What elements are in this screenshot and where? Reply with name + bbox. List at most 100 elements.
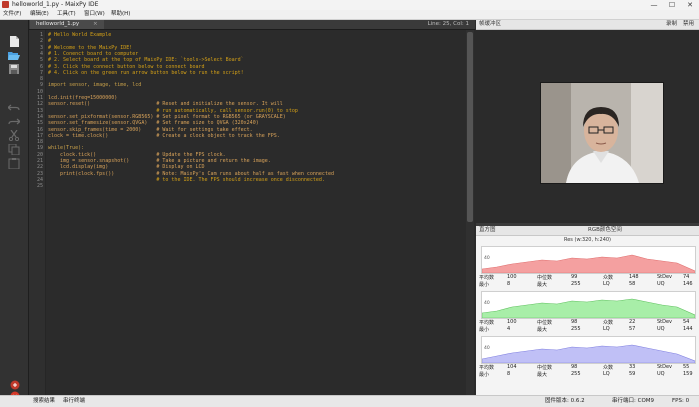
stat-value: 4 [507, 326, 511, 332]
stat-label: 最大 [537, 372, 548, 378]
stat-label: UQ [657, 371, 665, 377]
frame-buffer-view [476, 30, 699, 223]
stat-label: 最大 [537, 282, 548, 288]
stat-value: 104 [507, 364, 517, 370]
stat-label: LQ [603, 326, 610, 332]
code-line: # 4. Click on the green run arrow button… [48, 69, 244, 76]
stat-value: 144 [683, 326, 693, 332]
scrollbar-thumb[interactable] [467, 32, 473, 222]
search-results-tab[interactable]: 搜索结果 [33, 396, 55, 407]
tab-histogram[interactable]: 直方图 [479, 226, 496, 235]
tab-label: helloworld_1.py [36, 21, 80, 27]
stat-label: StDev [657, 274, 673, 280]
tab-close-icon[interactable]: × [93, 21, 98, 27]
histogram-blue: 40 [481, 336, 696, 364]
app-logo-icon [2, 1, 9, 8]
disable-button[interactable]: 禁用 [683, 20, 694, 29]
menu-window[interactable]: 窗口(W) [84, 10, 105, 19]
stat-label: 平均数 [479, 365, 495, 371]
undo-icon[interactable] [7, 98, 20, 111]
stat-label: 中位数 [537, 365, 553, 371]
save-file-icon[interactable] [8, 60, 20, 74]
stat-label: 中位数 [537, 275, 553, 281]
title-bar: helloworld_1.py - MaixPy IDE — ☐ ✕ [0, 0, 699, 10]
stat-label: 平均数 [479, 275, 495, 281]
window-title: helloworld_1.py - MaixPy IDE [12, 1, 99, 8]
stat-value: 255 [571, 281, 581, 287]
hist-axis-mid: 40 [484, 301, 490, 306]
menu-edit[interactable]: 编辑(E) [30, 10, 49, 19]
stat-value: 255 [571, 326, 581, 332]
stat-value: 8 [507, 371, 511, 377]
stat-label: LQ [603, 281, 610, 287]
stat-label: LQ [603, 371, 610, 377]
firmware-version: 固件版本: 0.6.2 [545, 398, 585, 404]
menu-help[interactable]: 帮助(H) [111, 10, 130, 19]
stat-label: 最小 [479, 372, 490, 378]
code-line: # Hello World Example [48, 32, 112, 38]
serial-terminal-tab[interactable]: 串行终端 [63, 396, 85, 407]
stat-value: 100 [507, 319, 517, 325]
stat-value: 98 [571, 364, 578, 370]
tab-helloworld[interactable]: helloworld_1.py × [30, 20, 104, 29]
frame-buffer-header: 帧缓冲区 录制 禁用 [476, 20, 699, 30]
paste-icon[interactable] [8, 154, 20, 170]
stat-value: 54 [683, 319, 690, 325]
stat-label: 最小 [479, 282, 490, 288]
frame-buffer-title: 帧缓冲区 [479, 21, 502, 27]
line-number: 25 [36, 183, 43, 190]
code-line: import sensor, image, time, lcd [48, 82, 142, 89]
stat-label: StDev [657, 364, 673, 370]
stat-label: 众数 [603, 275, 614, 281]
editor-tab-bar: helloworld_1.py × Line: 25, Col: 1 [29, 20, 475, 30]
hist-axis-mid: 40 [484, 346, 490, 351]
stat-value: 59 [629, 371, 636, 377]
stat-value: 22 [629, 319, 636, 325]
stat-value: 55 [683, 364, 690, 370]
redo-icon[interactable] [8, 112, 21, 125]
fps-readout: FPS: 0 [672, 398, 690, 404]
code-line: # to the IDE. The FPS should increase on… [48, 176, 325, 183]
stat-value: 57 [629, 326, 636, 332]
serial-port: 串行端口: COM9 [612, 398, 655, 404]
code-editor[interactable]: # Hello World Example # # Welcome to the M… [46, 30, 464, 395]
open-file-icon[interactable] [8, 46, 20, 60]
maximize-button[interactable]: ☐ [663, 0, 681, 10]
stat-value: 8 [507, 281, 511, 287]
menu-file[interactable]: 文件(F) [3, 10, 21, 19]
colorspace-select[interactable]: RGB颜色空间 [588, 226, 622, 235]
stats-blue: 平均数 104 中位数 98 众数 33 StDev 55 最小 8 最大 25… [479, 364, 697, 378]
stat-label: StDev [657, 319, 673, 325]
cut-icon[interactable] [8, 126, 20, 142]
code-line: clock = time.clock() # Create a clock ob… [48, 132, 280, 139]
editor-scrollbar[interactable] [466, 30, 474, 395]
stat-value: 100 [507, 274, 517, 280]
minimize-button[interactable]: — [645, 0, 663, 10]
right-panel: 帧缓冲区 录制 禁用 直方图 RGB颜色空间 Res (w:320, h:240… [476, 20, 699, 395]
status-bar: 搜索结果 串行终端 固件版本: 0.6.2 串行端口: COM9 FPS: 0 [0, 395, 699, 407]
stat-label: 中位数 [537, 320, 553, 326]
hist-axis-mid: 40 [484, 256, 490, 261]
resolution-label: Res (w:320, h:240) [563, 237, 612, 243]
close-button[interactable]: ✕ [681, 0, 699, 10]
stat-value: 159 [683, 371, 693, 377]
stat-value: 148 [629, 274, 639, 280]
stat-label: 最小 [479, 327, 490, 333]
record-button[interactable]: 录制 [666, 20, 677, 29]
copy-icon[interactable] [8, 140, 20, 156]
new-file-icon[interactable] [8, 32, 20, 47]
stat-label: 平均数 [479, 320, 495, 326]
stat-value: 255 [571, 371, 581, 377]
menu-tools[interactable]: 工具(T) [57, 10, 76, 19]
stat-value: 58 [629, 281, 636, 287]
stat-label: 众数 [603, 365, 614, 371]
menu-bar: 文件(F) 编辑(E) 工具(T) 窗口(W) 帮助(H) [0, 10, 699, 20]
connect-icon[interactable] [10, 375, 22, 390]
histogram-header: 直方图 RGB颜色空间 [476, 226, 699, 236]
stat-value: 74 [683, 274, 690, 280]
stat-value: 98 [571, 319, 578, 325]
stat-label: 最大 [537, 327, 548, 333]
left-toolbar [0, 20, 29, 401]
stat-value: 99 [571, 274, 578, 280]
histogram-green: 40 [481, 291, 696, 319]
